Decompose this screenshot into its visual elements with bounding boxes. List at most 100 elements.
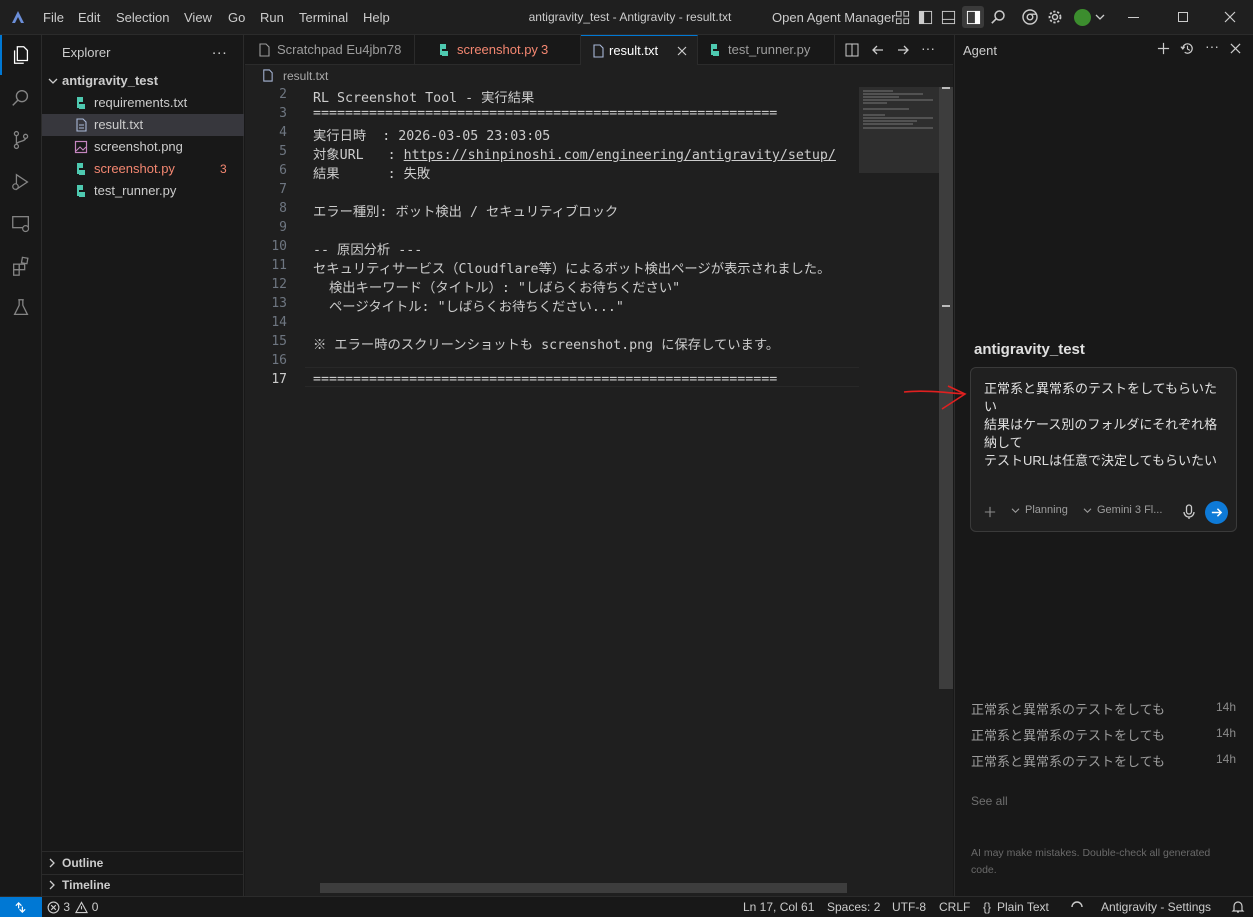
extensions-icon[interactable] [0, 246, 42, 286]
cursor-position[interactable]: Ln 17, Col 61 [743, 897, 814, 917]
timeline-section[interactable]: Timeline [42, 874, 244, 896]
gear-icon[interactable] [1047, 9, 1063, 25]
code-editor[interactable]: 2 RL Screenshot Tool - 実行結果 3 =============… [245, 87, 859, 883]
annotation-arrow-icon [902, 384, 968, 412]
search-icon[interactable] [990, 9, 1006, 25]
explorer-more-button[interactable]: ... [212, 41, 228, 58]
file-result[interactable]: result.txt [42, 114, 244, 136]
line-number: 7 [279, 182, 287, 197]
history-item[interactable]: 正常系と異常系のテストをしても 14h [955, 721, 1253, 743]
editor-area: Scratchpad Eu4jbn78 screenshot.py 3 resu… [245, 35, 953, 896]
history-icon[interactable] [1180, 41, 1195, 56]
menu-edit[interactable]: Edit [78, 0, 100, 35]
history-item[interactable]: 正常系と異常系のテストをしても 14h [955, 695, 1253, 717]
menu-view[interactable]: View [184, 0, 212, 35]
breadcrumb-item[interactable]: result.txt [283, 69, 328, 83]
line-number: 17 [271, 372, 287, 387]
outline-section[interactable]: Outline [42, 852, 244, 874]
prompt-input[interactable]: 正常系と異常系のテストをしてもらいた い 結果はケース別のフォルダにそれぞれ格 … [970, 367, 1237, 532]
plus-icon[interactable] [1157, 42, 1170, 55]
url-link[interactable]: https://shinpinoshi.com/engineering/anti… [404, 148, 836, 163]
customize-layout-icon[interactable] [895, 10, 910, 25]
arrow-right-icon[interactable] [896, 43, 910, 57]
tab-test-runner[interactable]: test_runner.py [698, 35, 835, 65]
history-item-label: 正常系と異常系のテストをしても [971, 754, 1165, 769]
error-count-badge: 3 [220, 162, 227, 176]
line-number: 13 [271, 296, 287, 311]
file-requirements[interactable]: requirements.txt [42, 92, 244, 114]
remote-indicator[interactable] [0, 897, 42, 917]
settings-status[interactable]: Antigravity - Settings [1101, 897, 1211, 917]
vertical-scrollbar[interactable] [939, 87, 953, 887]
code-line: 対象URL : https://shinpinoshi.com/engineer… [313, 148, 836, 163]
folder-root[interactable]: antigravity_test [42, 70, 244, 92]
explorer-sidebar: Explorer ... antigravity_test requiremen… [42, 35, 244, 896]
avatar[interactable] [1074, 9, 1091, 26]
python-icon [711, 44, 719, 56]
menu-help[interactable]: Help [363, 0, 390, 35]
run-debug-icon[interactable] [0, 162, 42, 202]
send-button[interactable] [1205, 501, 1228, 524]
toggle-panel-icon[interactable] [941, 10, 956, 25]
source-control-icon[interactable] [0, 120, 42, 160]
split-editor-icon[interactable] [845, 43, 859, 57]
tab-label: Scratchpad Eu4jbn78 [277, 42, 402, 57]
line-number: 16 [271, 353, 287, 368]
line-number: 2 [279, 87, 287, 102]
see-all-link[interactable]: See all [971, 794, 1008, 808]
arrow-left-icon[interactable] [871, 43, 885, 57]
file-label: test_runner.py [94, 183, 177, 198]
add-context-icon[interactable] [984, 506, 996, 518]
tab-label: result.txt [609, 43, 659, 58]
toggle-primary-sidebar-icon[interactable] [918, 10, 933, 25]
activity-bar [0, 35, 42, 896]
language-mode[interactable]: {} Plain Text [983, 897, 1049, 917]
menu-file[interactable]: File [43, 0, 64, 35]
chevron-down-icon[interactable] [1095, 13, 1105, 21]
remote-explorer-icon[interactable] [0, 204, 42, 244]
line-number: 3 [279, 106, 287, 121]
indentation[interactable]: Spaces: 2 [827, 897, 880, 917]
file-screenshot-png[interactable]: screenshot.png [42, 136, 244, 158]
close-icon[interactable] [1224, 11, 1236, 23]
line-ending[interactable]: CRLF [939, 897, 970, 917]
search-view-icon[interactable] [0, 78, 42, 118]
code-line: RL Screenshot Tool - 実行結果 [313, 91, 535, 106]
more-actions-icon[interactable]: ··· [921, 40, 935, 56]
title-bar: File Edit Selection View Go Run Terminal… [0, 0, 1253, 35]
close-icon[interactable] [677, 46, 687, 56]
breadcrumb: result.txt [245, 65, 953, 87]
minimap[interactable] [859, 87, 939, 887]
more-icon[interactable]: ··· [1205, 38, 1219, 54]
arrow-right-icon [1211, 508, 1223, 517]
mode-dropdown[interactable]: Planning [1011, 504, 1068, 516]
chrome-icon[interactable] [1022, 9, 1038, 25]
app-logo-icon [10, 9, 26, 25]
file-screenshot-py[interactable]: screenshot.py 3 [42, 158, 244, 180]
menu-go[interactable]: Go [228, 0, 245, 35]
minimize-button[interactable] [1128, 17, 1139, 18]
problems-indicator[interactable]: 3 0 [47, 897, 98, 917]
model-dropdown[interactable]: Gemini 3 Fl... [1083, 504, 1162, 516]
open-agent-manager-button[interactable]: Open Agent Manager [772, 0, 896, 35]
menu-run[interactable]: Run [260, 0, 284, 35]
microphone-icon[interactable] [1182, 504, 1196, 520]
tab-result-txt[interactable]: result.txt [581, 35, 698, 65]
menu-terminal[interactable]: Terminal [299, 0, 348, 35]
prompt-text: 正常系と異常系のテストをしてもらいた い 結果はケース別のフォルダにそれぞれ格 … [984, 381, 1218, 468]
line-number: 12 [271, 277, 287, 292]
bell-icon[interactable] [1231, 900, 1245, 914]
history-item[interactable]: 正常系と異常系のテストをしても 14h [955, 747, 1253, 769]
menu-selection[interactable]: Selection [116, 0, 169, 35]
close-icon[interactable] [1230, 43, 1241, 54]
testing-flask-icon[interactable] [0, 288, 42, 328]
explorer-icon[interactable] [0, 35, 42, 75]
horizontal-scrollbar[interactable] [320, 883, 847, 893]
toggle-secondary-sidebar-icon[interactable] [962, 6, 984, 28]
outline-label: Outline [62, 856, 104, 870]
tab-screenshot-py[interactable]: screenshot.py 3 [415, 35, 581, 65]
maximize-button[interactable] [1178, 12, 1188, 22]
tab-scratchpad[interactable]: Scratchpad Eu4jbn78 [245, 35, 415, 65]
encoding[interactable]: UTF-8 [892, 897, 926, 917]
file-test-runner[interactable]: test_runner.py [42, 180, 244, 202]
